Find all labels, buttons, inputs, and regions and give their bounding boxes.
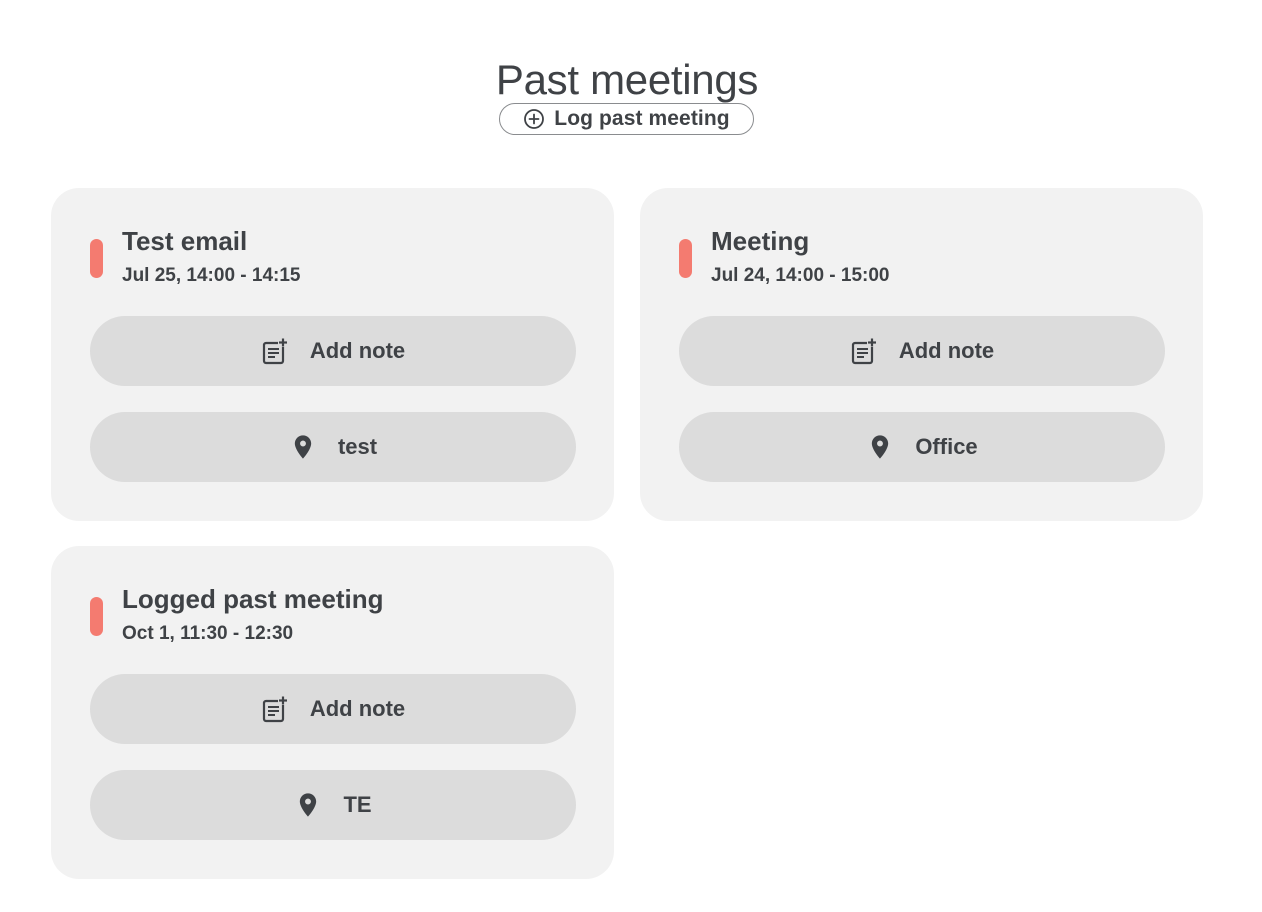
location-pin-icon: [289, 433, 317, 461]
location-label: TE: [343, 792, 372, 817]
add-circle-icon: [523, 108, 545, 130]
location-label: test: [337, 434, 378, 459]
add-note-button[interactable]: Add note: [679, 316, 1165, 386]
location-button[interactable]: test: [90, 412, 576, 482]
note-add-icon: [850, 337, 878, 365]
location-button[interactable]: Office: [679, 412, 1165, 482]
meeting-color-indicator: [90, 597, 103, 636]
meeting-color-indicator: [90, 239, 103, 278]
meeting-title: Meeting: [711, 226, 810, 256]
page-title: Past meetings: [495, 56, 759, 104]
meeting-color-indicator: [679, 239, 692, 278]
meeting-title: Logged past meeting: [122, 584, 384, 614]
location-button[interactable]: TE: [90, 770, 576, 840]
meeting-card: Logged past meeting Oct 1, 11:30 - 12:30…: [51, 546, 614, 879]
note-add-icon: [261, 695, 289, 723]
meeting-time: Oct 1, 11:30 - 12:30: [122, 623, 294, 644]
location-label: Office: [915, 434, 978, 459]
meeting-card: Test email Jul 25, 14:00 - 14:15 Add not…: [51, 188, 614, 521]
meeting-time: Jul 24, 14:00 - 15:00: [711, 265, 890, 286]
location-pin-icon: [294, 791, 322, 819]
add-note-label: Add note: [309, 338, 406, 363]
log-past-meeting-label: Log past meeting: [554, 107, 730, 130]
add-note-button[interactable]: Add note: [90, 674, 576, 744]
add-note-label: Add note: [898, 338, 995, 363]
meeting-card: Meeting Jul 24, 14:00 - 15:00 Add note O…: [640, 188, 1203, 521]
note-add-icon: [261, 337, 289, 365]
add-note-label: Add note: [309, 696, 406, 721]
location-pin-icon: [866, 433, 894, 461]
log-past-meeting-button[interactable]: Log past meeting: [499, 103, 754, 135]
add-note-button[interactable]: Add note: [90, 316, 576, 386]
meeting-time: Jul 25, 14:00 - 14:15: [122, 265, 301, 286]
meeting-title: Test email: [122, 226, 248, 256]
